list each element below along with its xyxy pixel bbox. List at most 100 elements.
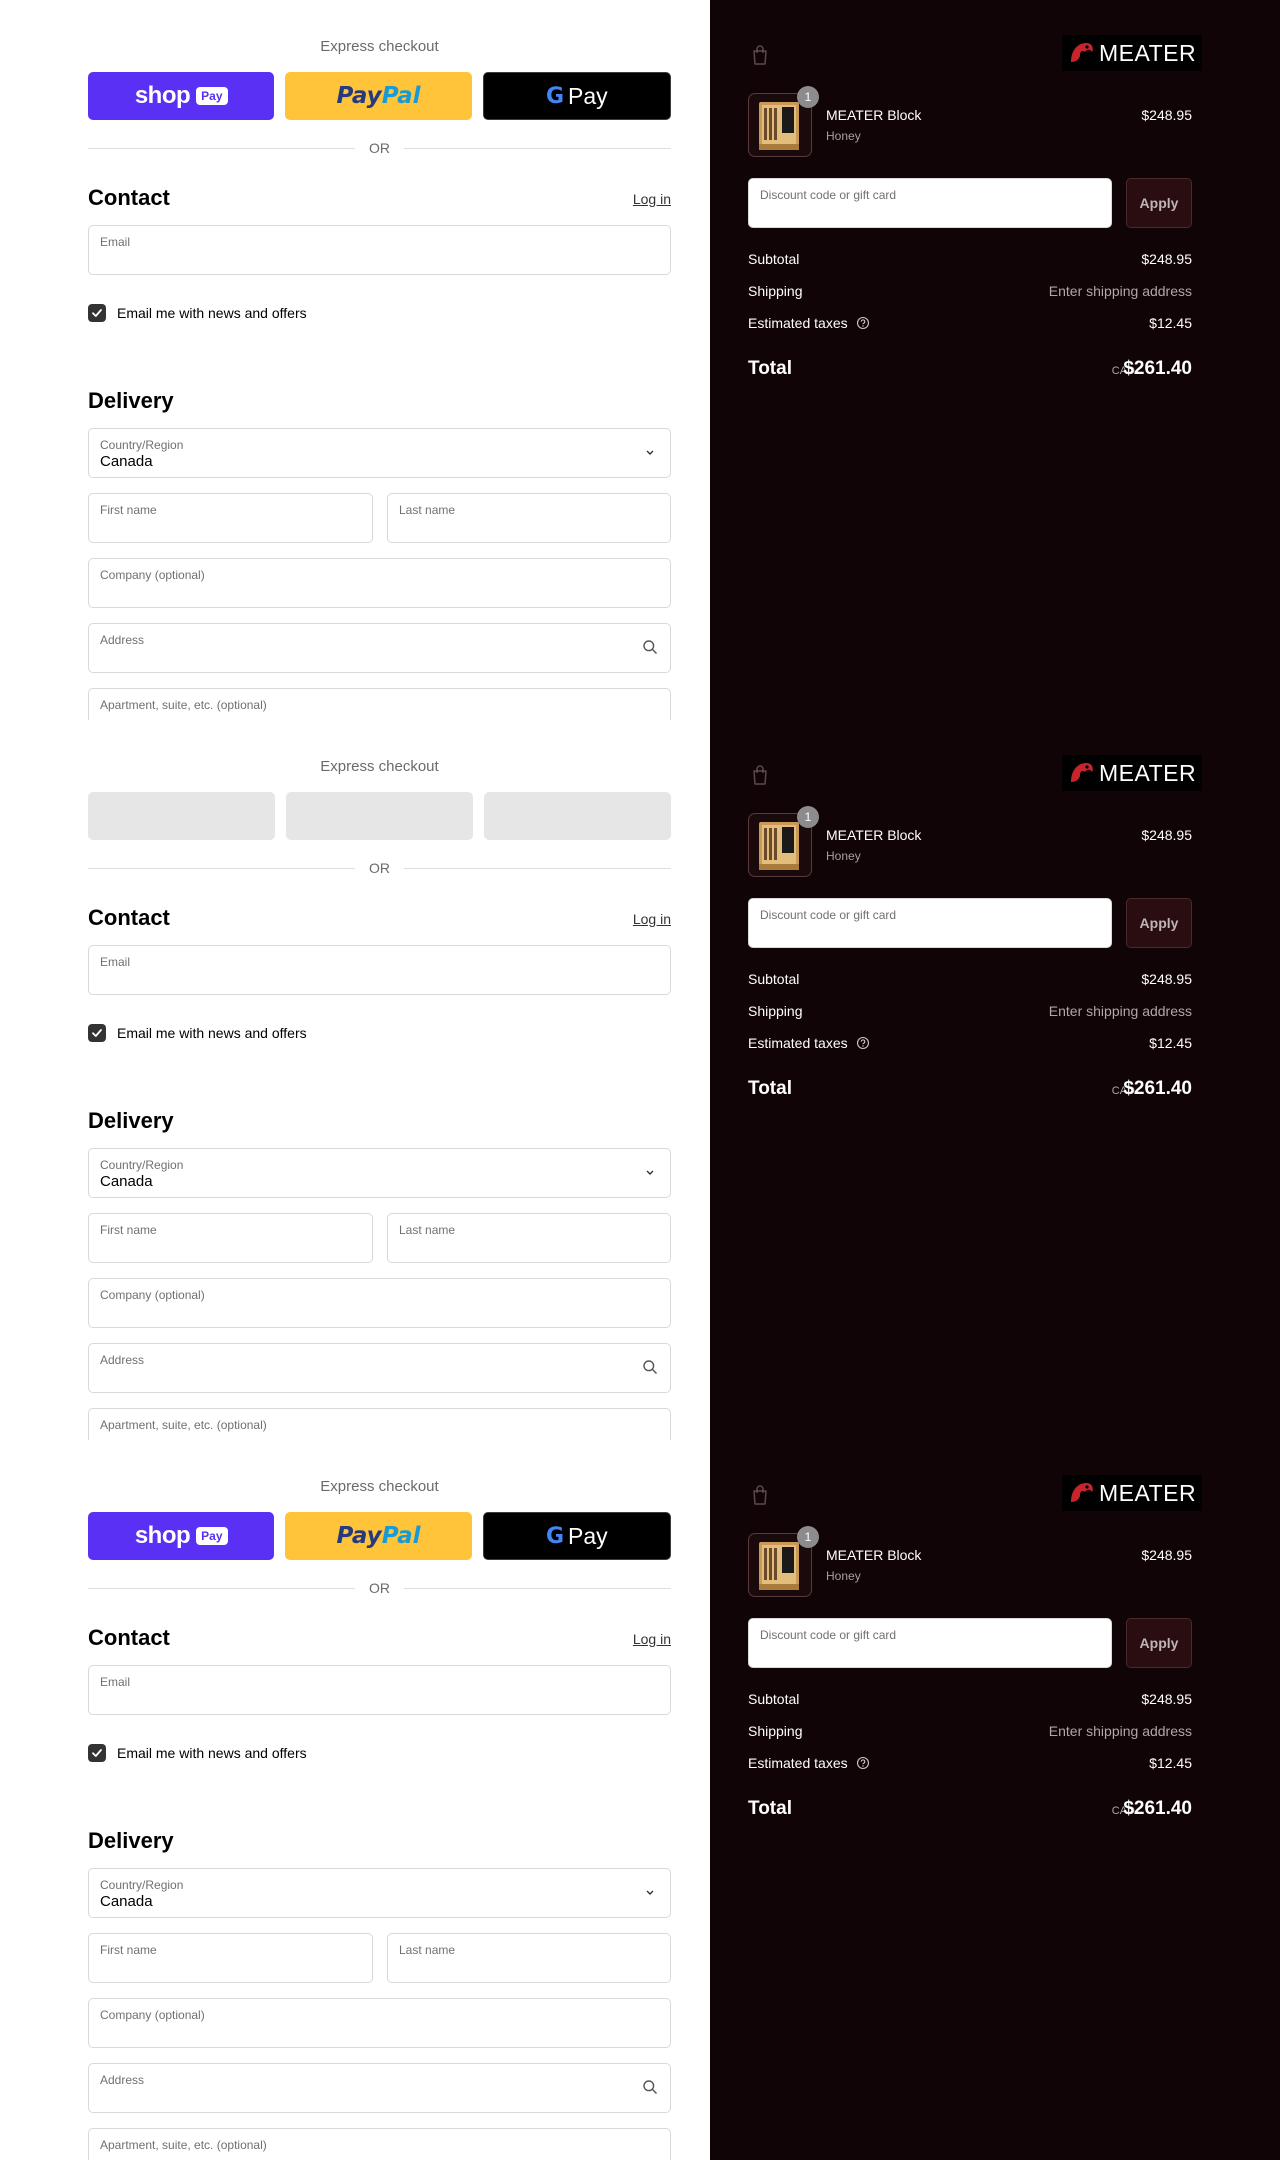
google-g-icon: G <box>545 1523 565 1549</box>
login-link[interactable]: Log in <box>600 191 671 207</box>
meater-logo-mark <box>1071 1483 1093 1502</box>
or-divider: OR <box>88 858 671 878</box>
company-field[interactable]: Company (optional) <box>88 1998 671 2048</box>
checkout-frame-2: Express checkout OR Contact Log in Email… <box>0 720 1280 1440</box>
shop-pay-button[interactable]: shop Pay <box>88 72 275 120</box>
email-field[interactable]: Email <box>88 945 671 995</box>
total-label: Total <box>748 1798 792 1819</box>
first-name-field[interactable]: First name <box>88 1933 373 1983</box>
total-value: $261.40 <box>1123 358 1192 379</box>
paypal-wordmark: PayPal <box>336 1523 421 1549</box>
quantity-badge: 1 <box>797 806 819 828</box>
express-button-placeholder <box>484 792 671 840</box>
first-name-field[interactable]: First name <box>88 493 373 543</box>
first-name-field[interactable]: First name <box>88 1213 373 1263</box>
shipping-value: Enter shipping address <box>1048 1723 1192 1739</box>
check-icon <box>92 1029 102 1037</box>
apartment-field[interactable]: Apartment, suite, etc. (optional) <box>88 688 671 720</box>
company-field[interactable]: Company (optional) <box>88 1278 671 1328</box>
google-pay-button[interactable]: G Pay <box>482 72 671 120</box>
express-buttons-loading <box>88 792 671 840</box>
newsletter-checkbox[interactable] <box>88 1744 106 1762</box>
subtotal-label: Subtotal <box>748 251 800 267</box>
subtotal-value: $248.95 <box>1141 1691 1192 1707</box>
country-select[interactable]: Country/Region Canada <box>88 428 671 478</box>
last-name-field[interactable]: Last name <box>387 1213 671 1263</box>
shop-pay-wordmark: shop <box>134 1522 191 1549</box>
subtotal-label: Subtotal <box>748 1691 800 1707</box>
paypal-button[interactable]: PayPal <box>285 1512 472 1560</box>
apply-discount-button[interactable]: Apply <box>1126 1618 1192 1668</box>
newsletter-checkbox[interactable] <box>88 304 106 322</box>
discount-code-input[interactable]: Discount code or gift card <box>748 898 1112 948</box>
last-name-field[interactable]: Last name <box>387 1933 671 1983</box>
checkout-frame-1: Express checkout shop Pay PayPal G Pay O… <box>0 0 1280 720</box>
express-checkout-title: Express checkout <box>320 758 439 775</box>
shop-pay-button[interactable]: shop Pay <box>88 1512 275 1560</box>
subtotal-value: $248.95 <box>1141 251 1192 267</box>
shipping-label: Shipping <box>748 283 803 299</box>
apply-discount-button[interactable]: Apply <box>1126 178 1192 228</box>
quantity-badge: 1 <box>797 86 819 108</box>
taxes-value: $12.45 <box>1149 1035 1192 1051</box>
or-divider: OR <box>88 138 671 158</box>
check-icon <box>92 309 102 317</box>
apply-discount-button[interactable]: Apply <box>1126 898 1192 948</box>
google-pay-button[interactable]: G Pay <box>482 1512 671 1560</box>
newsletter-row: Email me with news and offers <box>88 1024 307 1042</box>
meater-logo-mark <box>1071 43 1093 62</box>
country-select[interactable]: Country/Region Canada <box>88 1868 671 1918</box>
order-summary: MEATER 1 MEATER Block Honey $248.95 Disc… <box>710 0 1280 720</box>
meater-logo: MEATER <box>1062 755 1202 791</box>
address-field[interactable]: Address <box>88 2063 671 2113</box>
address-field[interactable]: Address <box>88 623 671 673</box>
paypal-button[interactable]: PayPal <box>285 72 472 120</box>
country-select[interactable]: Country/Region Canada <box>88 1148 671 1198</box>
item-name: MEATER Block <box>826 107 922 123</box>
shop-pay-badge: Pay <box>196 87 228 105</box>
shop-pay-wordmark: shop <box>134 82 191 109</box>
paypal-wordmark: PayPal <box>336 83 421 109</box>
shipping-label: Shipping <box>748 1003 803 1019</box>
taxes-value: $12.45 <box>1149 315 1192 331</box>
newsletter-checkbox[interactable] <box>88 1024 106 1042</box>
express-button-placeholder <box>88 792 275 840</box>
email-field[interactable]: Email <box>88 1665 671 1715</box>
chevron-down-icon <box>646 450 654 455</box>
email-field[interactable]: Email <box>88 225 671 275</box>
total-label: Total <box>748 1078 792 1099</box>
help-icon[interactable] <box>856 316 870 330</box>
express-checkout-title: Express checkout <box>320 38 439 55</box>
bag-icon[interactable] <box>750 764 770 786</box>
delivery-title: Delivery <box>88 388 174 413</box>
bag-icon[interactable] <box>750 1484 770 1506</box>
shipping-value: Enter shipping address <box>1048 283 1192 299</box>
login-link[interactable]: Log in <box>600 1631 671 1647</box>
taxes-label-row: Estimated taxes <box>748 1755 870 1771</box>
contact-title: Contact <box>88 1625 170 1650</box>
order-summary: MEATER 1 MEATER Block Honey $248.95 Disc… <box>710 720 1280 1440</box>
help-icon[interactable] <box>856 1756 870 1770</box>
newsletter-row: Email me with news and offers <box>88 1744 307 1762</box>
newsletter-label: Email me with news and offers <box>117 1745 307 1761</box>
discount-code-input[interactable]: Discount code or gift card <box>748 178 1112 228</box>
company-field[interactable]: Company (optional) <box>88 558 671 608</box>
order-summary: MEATER 1 MEATER Block Honey $248.95 Disc… <box>710 1440 1280 2160</box>
item-variant: Honey <box>826 1569 861 1583</box>
bag-icon[interactable] <box>750 44 770 66</box>
apartment-field[interactable]: Apartment, suite, etc. (optional) <box>88 1408 671 1440</box>
last-name-field[interactable]: Last name <box>387 493 671 543</box>
taxes-value: $12.45 <box>1149 1755 1192 1771</box>
login-link[interactable]: Log in <box>600 911 671 927</box>
google-g-icon: G <box>545 83 565 109</box>
check-icon <box>92 1749 102 1757</box>
or-divider: OR <box>88 1578 671 1598</box>
apartment-field[interactable]: Apartment, suite, etc. (optional) <box>88 2128 671 2160</box>
search-icon <box>643 1360 657 1374</box>
help-icon[interactable] <box>856 1036 870 1050</box>
item-variant: Honey <box>826 129 861 143</box>
address-field[interactable]: Address <box>88 1343 671 1393</box>
discount-code-input[interactable]: Discount code or gift card <box>748 1618 1112 1668</box>
item-name: MEATER Block <box>826 1547 922 1563</box>
item-name: MEATER Block <box>826 827 922 843</box>
